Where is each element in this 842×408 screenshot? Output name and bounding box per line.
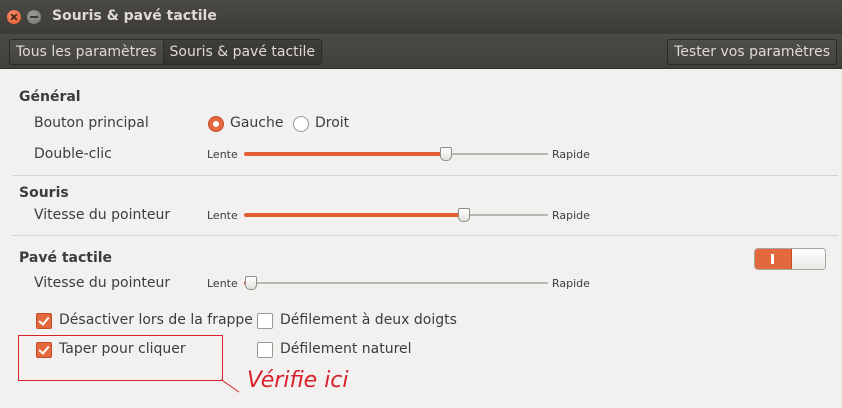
- double-click-min-label: Lente: [207, 148, 238, 161]
- double-click-slider[interactable]: [244, 147, 548, 161]
- settings-panel: Général Bouton principal Gauche Droit Do…: [0, 69, 842, 408]
- mouse-speed-min-label: Lente: [207, 209, 238, 222]
- radio-left[interactable]: [208, 116, 224, 132]
- window-title: Souris & pavé tactile: [52, 8, 217, 24]
- breadcrumb: Tous les paramètres Souris & pavé tactil…: [9, 39, 323, 65]
- minimize-icon[interactable]: [27, 10, 41, 24]
- test-settings-button[interactable]: Tester vos paramètres: [667, 39, 837, 65]
- disable-while-typing-label[interactable]: Désactiver lors de la frappe: [59, 312, 253, 328]
- double-click-label: Double-clic: [34, 146, 112, 162]
- touchpad-speed-slider[interactable]: [244, 276, 548, 290]
- primary-button-label: Bouton principal: [34, 115, 149, 131]
- divider: [12, 235, 838, 236]
- touchpad-speed-label: Vitesse du pointeur: [34, 275, 171, 291]
- touchpad-section-title: Pavé tactile: [19, 250, 113, 266]
- breadcrumb-mouse-touchpad[interactable]: Souris & pavé tactile: [162, 40, 322, 64]
- radio-left-label[interactable]: Gauche: [230, 115, 283, 131]
- natural-scroll-label[interactable]: Défilement naturel: [280, 341, 412, 357]
- mouse-speed-label: Vitesse du pointeur: [34, 207, 171, 223]
- radio-right[interactable]: [293, 116, 309, 132]
- touchpad-speed-min-label: Lente: [207, 277, 238, 290]
- toolbar: Tous les paramètres Souris & pavé tactil…: [0, 34, 842, 69]
- touchpad-toggle[interactable]: [754, 248, 826, 270]
- mouse-section-title: Souris: [19, 185, 69, 201]
- slider-handle-icon[interactable]: [457, 208, 470, 222]
- mouse-speed-slider[interactable]: [244, 208, 548, 222]
- title-bar: Souris & pavé tactile: [0, 0, 842, 34]
- double-click-max-label: Rapide: [552, 148, 590, 161]
- slider-handle-icon[interactable]: [439, 147, 452, 161]
- general-section-title: Général: [19, 89, 81, 105]
- radio-right-label[interactable]: Droit: [315, 115, 349, 131]
- natural-scroll-checkbox[interactable]: [257, 342, 273, 358]
- annotation-box: [18, 335, 223, 381]
- close-icon[interactable]: [7, 10, 21, 24]
- disable-while-typing-checkbox[interactable]: [36, 313, 52, 329]
- breadcrumb-all-settings[interactable]: Tous les paramètres: [10, 40, 163, 64]
- touchpad-speed-max-label: Rapide: [552, 277, 590, 290]
- mouse-speed-max-label: Rapide: [552, 209, 590, 222]
- two-finger-scroll-checkbox[interactable]: [257, 313, 273, 329]
- slider-handle-icon[interactable]: [245, 276, 258, 290]
- two-finger-scroll-label[interactable]: Défilement à deux doigts: [280, 312, 457, 328]
- divider: [12, 175, 838, 176]
- annotation-pointer: [220, 379, 240, 393]
- annotation-text: Vérifie ici: [247, 368, 349, 393]
